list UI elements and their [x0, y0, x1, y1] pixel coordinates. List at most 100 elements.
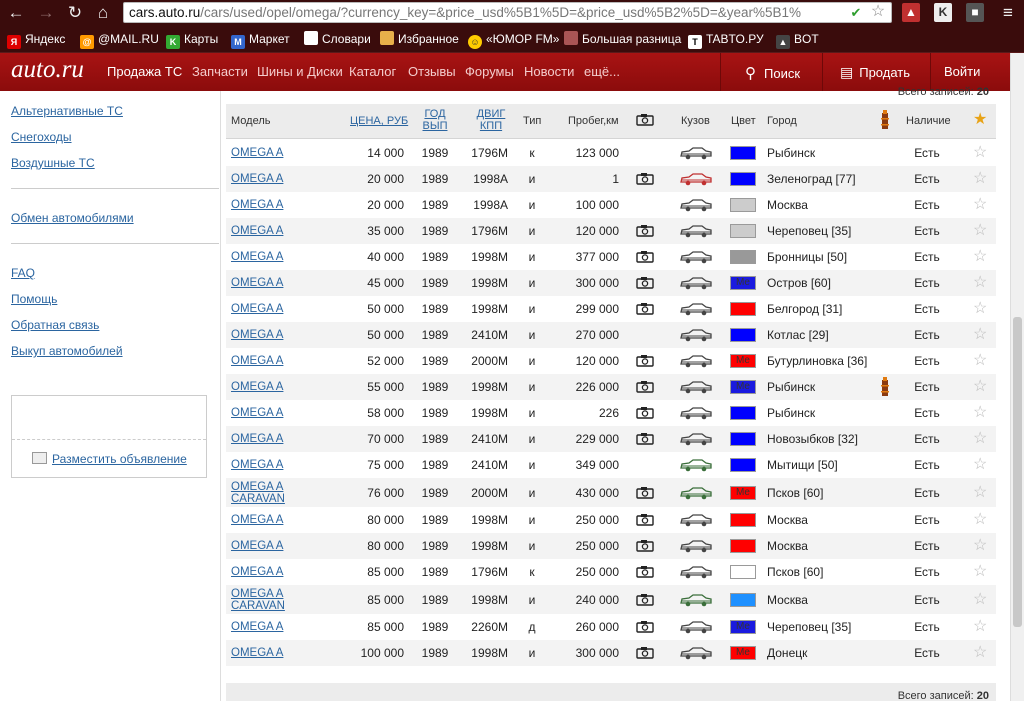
col-year-sort[interactable]: ГОД ВЫП [420, 108, 450, 132]
sidebar-link-alt-vehicles[interactable]: Альтернативные ТС [11, 104, 123, 118]
star-icon[interactable]: ☆ [973, 619, 987, 635]
table-row[interactable]: OMEGA A 70 000 1989 2410M и 229 000 Новозыбков… [226, 426, 996, 452]
model-link[interactable]: OMEGA A [231, 147, 283, 160]
photo-camera-icon[interactable] [636, 513, 654, 526]
sidebar-link-air-vehicles[interactable]: Воздушные ТС [11, 156, 95, 170]
table-row[interactable]: OMEGA A 85 000 1989 2260M д 260 000 Ме Черепове… [226, 614, 996, 640]
bookmark-star-icon[interactable]: ☆ [870, 4, 886, 20]
star-icon[interactable]: ☆ [973, 405, 987, 421]
photo-camera-icon[interactable] [636, 250, 654, 263]
photo-camera-icon[interactable] [636, 486, 654, 499]
photo-camera-icon[interactable] [636, 380, 654, 393]
bookmark-bot[interactable]: ▲ BOT [776, 31, 819, 49]
star-icon[interactable]: ☆ [973, 171, 987, 187]
table-row[interactable]: OMEGA A 40 000 1989 1998M и 377 000 Бронницы [… [226, 244, 996, 270]
photo-camera-icon[interactable] [636, 539, 654, 552]
nav-news[interactable]: Новости [524, 64, 574, 79]
model-link[interactable]: OMEGA A [231, 173, 283, 186]
sell-button[interactable]: ▤ Продать [840, 64, 910, 81]
table-row[interactable]: OMEGA A 80 000 1989 1998M и 250 000 Москва Есть… [226, 533, 996, 559]
star-icon[interactable]: ☆ [973, 431, 987, 447]
model-link[interactable]: OMEGA A [231, 459, 283, 472]
extension-k-icon[interactable]: K [934, 3, 952, 22]
table-row[interactable]: OMEGA A 50 000 1989 1998M и 299 000 Белгород [… [226, 296, 996, 322]
table-row[interactable]: OMEGA A 58 000 1989 1998M и 226 Рыбинск Есть ☆ [226, 400, 996, 426]
model-link[interactable]: OMEGA A [231, 621, 283, 634]
nav-catalog[interactable]: Каталог [349, 64, 396, 79]
star-icon[interactable]: ☆ [973, 592, 987, 608]
nav-more[interactable]: ещё... [584, 64, 620, 79]
bookmark-favorites[interactable]: Избранное [380, 31, 459, 47]
photo-camera-icon[interactable] [636, 620, 654, 633]
model-link[interactable]: OMEGA A [231, 225, 283, 238]
bookmark-dictionaries[interactable]: Словари [304, 31, 371, 47]
table-row[interactable]: OMEGA A 55 000 1989 1998M и 226 000 Ме Рыбинск Е… [226, 374, 996, 400]
star-icon[interactable]: ☆ [973, 249, 987, 265]
photo-camera-icon[interactable] [636, 224, 654, 237]
bookmark-maps[interactable]: K Карты [166, 31, 218, 49]
model-link[interactable]: OMEGA A [231, 514, 283, 527]
check-icon[interactable]: ✔ [848, 5, 864, 21]
login-button[interactable]: Войти [944, 64, 980, 79]
forward-arrow-icon[interactable]: → [36, 3, 56, 23]
table-row[interactable]: OMEGA A CARAVAN 85 000 1989 1998M и 240 000 Мо… [226, 585, 996, 614]
nav-parts[interactable]: Запчасти [192, 64, 248, 79]
site-logo[interactable]: auto.ru [11, 56, 84, 84]
star-icon[interactable]: ☆ [973, 645, 987, 661]
model-link[interactable]: OMEGA A [231, 647, 283, 660]
extension-puzzle-icon[interactable]: ■ [966, 3, 984, 22]
photo-camera-icon[interactable] [636, 276, 654, 289]
model-link[interactable]: OMEGA A [231, 355, 283, 368]
favorites-star-icon[interactable]: ★ [973, 112, 987, 128]
model-link[interactable]: OMEGA A [231, 277, 283, 290]
table-row[interactable]: OMEGA A 80 000 1989 1998M и 250 000 Москва Есть… [226, 507, 996, 533]
menu-icon[interactable]: ≡ [998, 3, 1018, 23]
table-row[interactable]: OMEGA A 45 000 1989 1998M и 300 000 Ме Остров [… [226, 270, 996, 296]
model-link[interactable]: OMEGA A [231, 540, 283, 553]
star-icon[interactable]: ☆ [973, 327, 987, 343]
photo-camera-icon[interactable] [636, 302, 654, 315]
post-ad-link[interactable]: Разместить объявление [32, 452, 187, 466]
star-icon[interactable]: ☆ [973, 353, 987, 369]
model-link[interactable]: OMEGA A [231, 566, 283, 579]
star-icon[interactable]: ☆ [973, 301, 987, 317]
star-icon[interactable]: ☆ [973, 379, 987, 395]
sidebar-link-snowmobiles[interactable]: Снегоходы [11, 130, 72, 144]
table-row[interactable]: OMEGA A 20 000 1989 1998A и 1 Зеленоград [77] Е… [226, 166, 996, 192]
nav-sales[interactable]: Продажа ТС [107, 64, 182, 79]
bookmark-yandex[interactable]: Я Яндекс [7, 31, 65, 49]
table-row[interactable]: OMEGA A 20 000 1989 1998A и 100 000 Москва Есть… [226, 192, 996, 218]
bookmark-big-difference[interactable]: Большая разница [564, 31, 681, 47]
scroll-thumb[interactable] [1013, 317, 1022, 627]
model-link[interactable]: OMEGA A [231, 433, 283, 446]
star-icon[interactable]: ☆ [973, 223, 987, 239]
table-row[interactable]: OMEGA A CARAVAN 76 000 1989 2000M и 430 000 Ме… [226, 478, 996, 507]
table-row[interactable]: OMEGA A 14 000 1989 1796M к 123 000 Рыбинск Ест… [226, 140, 996, 166]
table-row[interactable]: OMEGA A 100 000 1989 1998M и 300 000 Ме Донецк Е… [226, 640, 996, 666]
model-link[interactable]: OMEGA A [231, 329, 283, 342]
bookmark-tabto[interactable]: T TABTO.РУ [688, 31, 764, 49]
extension-tower-icon[interactable]: ▲ [902, 3, 920, 22]
photo-camera-icon[interactable] [636, 565, 654, 578]
model-link[interactable]: OMEGA A [231, 251, 283, 264]
star-icon[interactable]: ☆ [973, 485, 987, 501]
photo-camera-icon[interactable] [636, 172, 654, 185]
nav-tires[interactable]: Шины и Диски [257, 64, 343, 79]
model-link[interactable]: OMEGA A [231, 407, 283, 420]
model-link[interactable]: OMEGA A [231, 381, 283, 394]
star-icon[interactable]: ☆ [973, 145, 987, 161]
table-row[interactable]: OMEGA A 75 000 1989 2410M и 349 000 Мытищи [50… [226, 452, 996, 478]
bookmark-humor-fm[interactable]: ☺ «ЮМОР FM» [468, 31, 559, 49]
model-link[interactable]: OMEGA A CARAVAN [231, 481, 301, 505]
page-scrollbar[interactable] [1010, 53, 1024, 701]
bookmark-mailru[interactable]: @ @MAIL.RU [80, 31, 159, 49]
model-link[interactable]: OMEGA A CARAVAN [231, 588, 301, 612]
sidebar-link-feedback[interactable]: Обратная связь [11, 318, 99, 332]
sidebar-link-car-exchange[interactable]: Обмен автомобилями [11, 211, 134, 225]
star-icon[interactable]: ☆ [973, 275, 987, 291]
col-engine-sort[interactable]: ДВИГ КПП [473, 108, 509, 132]
sidebar-link-help[interactable]: Помощь [11, 292, 57, 306]
photo-camera-icon[interactable] [636, 646, 654, 659]
col-price-sort[interactable]: ЦЕНА, РУБ [350, 115, 408, 127]
star-icon[interactable]: ☆ [973, 564, 987, 580]
